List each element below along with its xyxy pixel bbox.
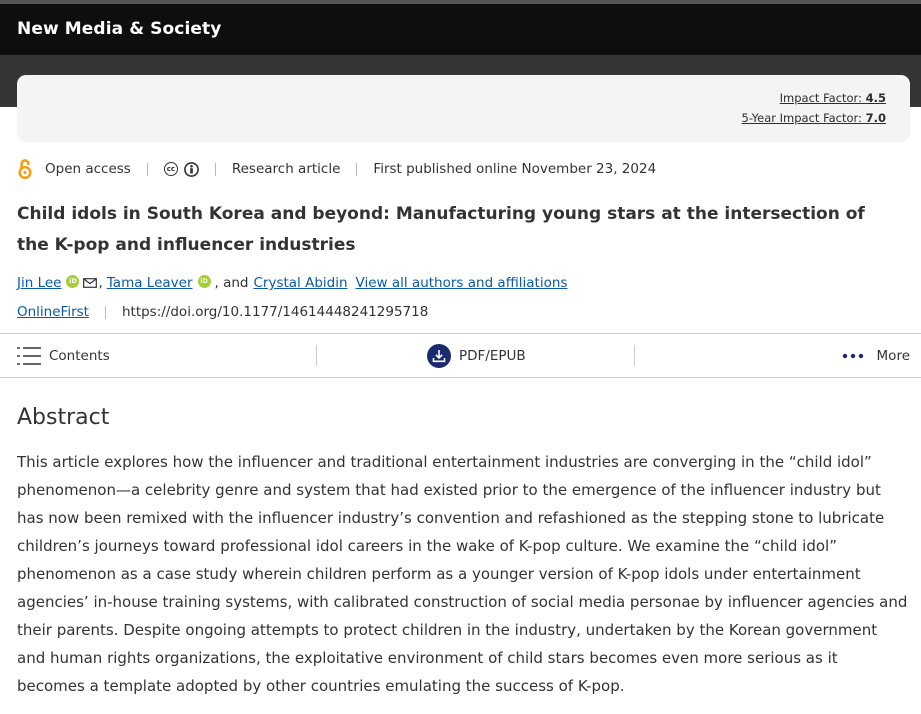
pdf-epub-label: PDF/EPUB	[459, 347, 526, 364]
issue-row: OnlineFirst https://doi.org/10.1177/1461…	[17, 304, 428, 320]
author-link-jin-lee[interactable]: Jin Lee	[17, 275, 61, 291]
pdf-epub-button[interactable]: PDF/EPUB	[427, 334, 526, 377]
journal-metrics-card: Impact Factor: 4.5 5-Year Impact Factor:…	[17, 75, 910, 142]
contents-label: Contents	[49, 347, 110, 364]
more-label: More	[876, 347, 910, 364]
meta-divider	[214, 162, 216, 176]
author-link-tama-leaver[interactable]: Tama Leaver	[107, 275, 193, 291]
article-toolbar: Contents PDF/EPUB More	[0, 333, 921, 378]
article-type: Research article	[231, 161, 341, 177]
open-access-label: Open access	[45, 161, 131, 177]
more-dots-icon	[842, 353, 863, 358]
open-access-icon	[18, 159, 32, 180]
toolbar-divider	[634, 345, 635, 366]
doi-link[interactable]: https://doi.org/10.1177/1461444824129571…	[122, 304, 428, 320]
five-year-impact-factor-label: 5-Year Impact Factor:	[741, 111, 862, 125]
article-meta-row: Open access cc Research article First pu…	[17, 157, 907, 181]
five-year-impact-factor-value: 7.0	[865, 111, 886, 125]
meta-divider	[356, 162, 358, 176]
cc-icon: cc	[163, 162, 178, 176]
meta-divider	[146, 162, 148, 176]
menu-icon	[17, 346, 41, 365]
online-first-link[interactable]: OnlineFirst	[17, 304, 89, 320]
author-list: Jin Lee iD , Tama Leaver iD , and Crysta…	[17, 274, 568, 291]
issue-divider	[104, 305, 106, 319]
view-all-authors-link[interactable]: View all authors and affiliations	[356, 275, 568, 291]
orcid-icon[interactable]: iD	[66, 274, 80, 288]
publication-date: First published online November 23, 2024	[373, 161, 657, 177]
author-separator: , and	[214, 275, 249, 291]
journal-title-link[interactable]: New Media & Society	[17, 19, 221, 39]
toolbar-divider	[316, 345, 317, 366]
contents-button[interactable]: Contents	[17, 334, 110, 377]
five-year-impact-factor-link[interactable]: 5-Year Impact Factor: 7.0	[742, 111, 886, 125]
more-button[interactable]: More	[842, 334, 910, 377]
email-icon[interactable]	[83, 278, 98, 288]
impact-factor-value: 4.5	[865, 91, 886, 105]
abstract-heading: Abstract	[17, 405, 110, 430]
impact-factor-label: Impact Factor:	[779, 91, 862, 105]
impact-factor-link[interactable]: Impact Factor: 4.5	[780, 91, 886, 105]
license-icons[interactable]: cc	[163, 161, 199, 177]
author-separator: ,	[98, 275, 103, 291]
by-icon	[183, 161, 199, 177]
abstract-text: This article explores how the influencer…	[17, 453, 908, 695]
site-header: New Media & Society	[0, 4, 921, 55]
article-title: Child idols in South Korea and beyond: M…	[17, 204, 865, 255]
orcid-icon[interactable]: iD	[197, 274, 211, 288]
download-icon	[427, 343, 451, 368]
author-link-crystal-abidin[interactable]: Crystal Abidin	[253, 275, 347, 291]
